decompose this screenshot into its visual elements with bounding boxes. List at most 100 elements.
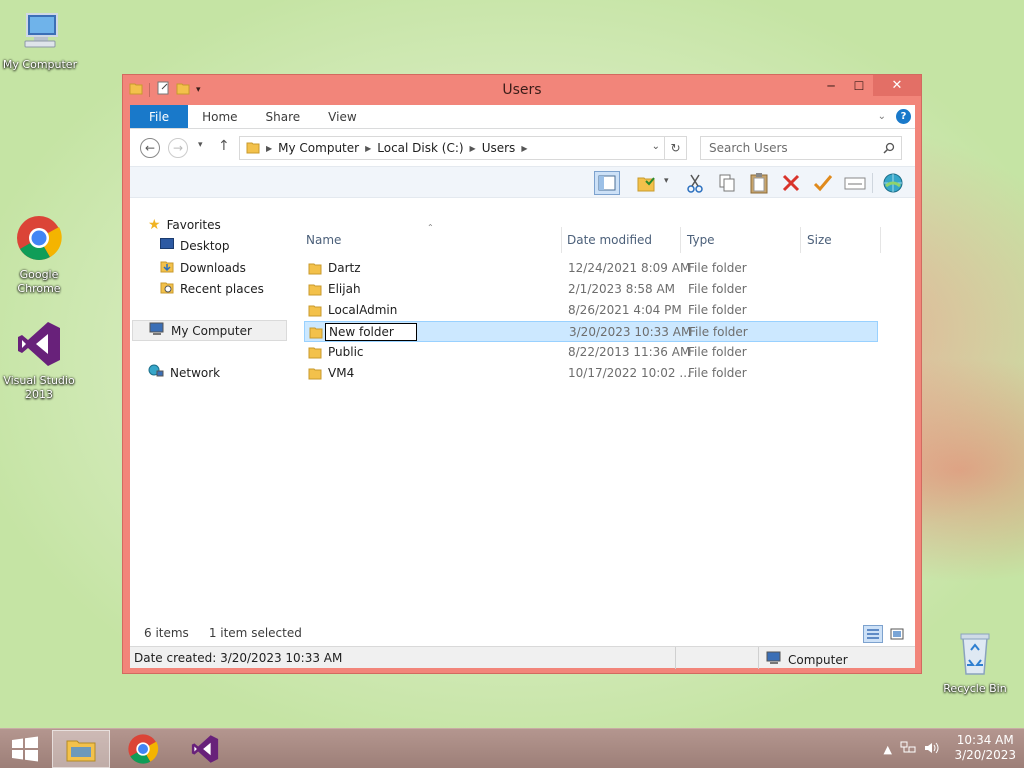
folder-icon	[308, 366, 322, 383]
desktop-icon-label: Visual Studio 2013	[3, 374, 75, 401]
rename-input[interactable]: New folder	[325, 323, 417, 341]
paste-button[interactable]	[746, 171, 772, 195]
star-icon: ★	[148, 217, 161, 233]
search-input[interactable]: Search Users	[700, 136, 902, 160]
show-hidden-icons-icon[interactable]: ▲	[884, 743, 892, 756]
file-date: 2/1/2023 8:58 AM	[568, 282, 676, 296]
desktop-icon-google-chrome[interactable]: Google Chrome	[0, 214, 79, 296]
back-button[interactable]: ←	[140, 138, 160, 158]
visual-studio-icon	[0, 320, 79, 372]
title-bar[interactable]: ▾ Users ─ ☐ ✕	[123, 75, 921, 105]
nav-item-favorites[interactable]: ★ Favorites	[148, 217, 221, 233]
nav-item-label: Downloads	[180, 260, 246, 275]
details-status-bar: Date created: 3/20/2023 10:33 AM Compute…	[130, 646, 915, 669]
delete-button[interactable]	[778, 171, 804, 195]
file-date: 10/17/2022 10:02 ...	[568, 366, 691, 380]
file-name: Dartz	[328, 261, 361, 275]
address-dropdown-icon[interactable]: ⌄	[652, 141, 660, 152]
nav-item-desktop[interactable]: Desktop	[160, 238, 230, 253]
cut-button[interactable]	[682, 171, 708, 195]
preview-pane-button[interactable]	[594, 171, 620, 195]
address-bar[interactable]: ▶ My Computer ▶ Local Disk (C:) ▶ Users …	[239, 136, 687, 160]
copy-button[interactable]	[714, 171, 740, 195]
column-header-name[interactable]: Name	[300, 227, 562, 253]
up-arrow-icon[interactable]: ↑	[218, 138, 230, 154]
desktop-icon-my-computer[interactable]: My Computer	[0, 10, 80, 72]
desktop-icon-label: Google Chrome	[17, 268, 61, 295]
computer-icon	[0, 10, 80, 56]
location-text: Computer	[788, 652, 848, 667]
nav-item-recent-places[interactable]: Recent places	[160, 280, 264, 297]
tab-file[interactable]: File	[130, 105, 189, 128]
explorer-window: ▾ Users ─ ☐ ✕ File Home Share View ⌄ ? ←…	[122, 74, 922, 674]
volume-icon[interactable]	[924, 741, 940, 758]
properties-button[interactable]	[842, 171, 868, 195]
taskbar: ▲ 10:34 AM 3/20/2023	[0, 728, 1024, 768]
taskbar-visual-studio[interactable]	[176, 730, 234, 768]
breadcrumb-separator[interactable]: ▶	[264, 144, 274, 153]
desktop-icon	[160, 238, 174, 253]
help-icon[interactable]: ?	[896, 109, 911, 124]
refresh-icon[interactable]: ↻	[664, 137, 686, 159]
large-icons-view-button[interactable]	[887, 625, 907, 643]
recent-locations-icon[interactable]: ▾	[198, 140, 203, 150]
file-type: File folder	[688, 282, 747, 296]
folder-options-button[interactable]	[634, 171, 660, 195]
details-view-button[interactable]	[863, 625, 883, 643]
file-date: 3/20/2023 10:33 AM	[569, 325, 692, 339]
address-row: ← → ▾ ↑ ▶ My Computer ▶ Local Disk (C:) …	[130, 129, 915, 166]
desktop-icon-recycle-bin[interactable]: Recycle Bin	[935, 630, 1015, 696]
breadcrumb-my-computer[interactable]: My Computer	[274, 141, 363, 155]
breadcrumb-separator[interactable]: ▶	[468, 144, 478, 153]
file-name: Public	[328, 345, 364, 359]
minimize-button[interactable]: ─	[817, 75, 845, 96]
nav-item-downloads[interactable]: Downloads	[160, 259, 246, 276]
expand-ribbon-icon[interactable]: ⌄	[878, 111, 886, 122]
file-list: ⌃ Name Date modified Type Size Dartz 12/…	[300, 223, 915, 607]
file-row[interactable]: Dartz 12/24/2021 8:09 AM File folder	[304, 258, 878, 279]
folder-icon	[240, 140, 264, 157]
tab-share[interactable]: Share	[252, 105, 315, 128]
breadcrumb-separator[interactable]: ▶	[363, 144, 373, 153]
close-button[interactable]: ✕	[873, 75, 921, 96]
network-tray-icon[interactable]	[900, 741, 916, 758]
search-icon[interactable]	[883, 142, 895, 157]
file-row[interactable]: LocalAdmin 8/26/2021 4:04 PM File folder	[304, 300, 878, 321]
start-button[interactable]	[0, 730, 54, 768]
breadcrumb-local-disk[interactable]: Local Disk (C:)	[373, 141, 467, 155]
folder-icon	[308, 303, 322, 320]
clock[interactable]: 10:34 AM 3/20/2023	[954, 733, 1016, 763]
column-header-date[interactable]: Date modified	[561, 227, 681, 253]
maximize-button[interactable]: ☐	[845, 75, 873, 96]
taskbar-file-explorer[interactable]	[52, 730, 110, 768]
column-header-size[interactable]: Size	[801, 227, 881, 253]
dropdown-arrow-icon[interactable]: ▾	[664, 176, 669, 186]
breadcrumb-users[interactable]: Users	[478, 141, 520, 155]
rename-button[interactable]	[810, 171, 836, 195]
item-status: 6 items 1 item selected	[144, 626, 302, 640]
desktop-icon-label: My Computer	[2, 58, 78, 71]
file-row[interactable]: VM4 10/17/2022 10:02 ... File folder	[304, 363, 878, 384]
column-header-type[interactable]: Type	[681, 227, 801, 253]
file-row-selected[interactable]: New folder 3/20/2023 10:33 AM File folde…	[304, 321, 878, 342]
nav-item-label: Recent places	[180, 281, 264, 296]
recent-places-icon	[160, 280, 174, 297]
window-title: Users	[502, 82, 542, 98]
folder-icon	[309, 325, 323, 342]
desktop-icon-label: Recycle Bin	[943, 682, 1007, 695]
search-placeholder: Search Users	[709, 141, 788, 155]
taskbar-chrome[interactable]	[114, 730, 172, 768]
file-row[interactable]: Public 8/22/2013 11:36 AM File folder	[304, 342, 878, 363]
network-globe-button[interactable]	[880, 171, 906, 195]
tab-view[interactable]: View	[314, 105, 370, 128]
forward-button[interactable]: →	[168, 138, 188, 158]
nav-item-my-computer[interactable]: My Computer	[132, 320, 287, 341]
recycle-bin-icon	[935, 630, 1015, 680]
breadcrumb-separator[interactable]: ▶	[519, 144, 529, 153]
desktop-icon-visual-studio[interactable]: Visual Studio 2013	[0, 320, 79, 402]
folder-icon	[308, 282, 322, 299]
nav-item-network[interactable]: Network	[148, 364, 220, 381]
file-row[interactable]: Elijah 2/1/2023 8:58 AM File folder	[304, 279, 878, 300]
tab-home[interactable]: Home	[188, 105, 251, 128]
file-name: LocalAdmin	[328, 303, 398, 317]
